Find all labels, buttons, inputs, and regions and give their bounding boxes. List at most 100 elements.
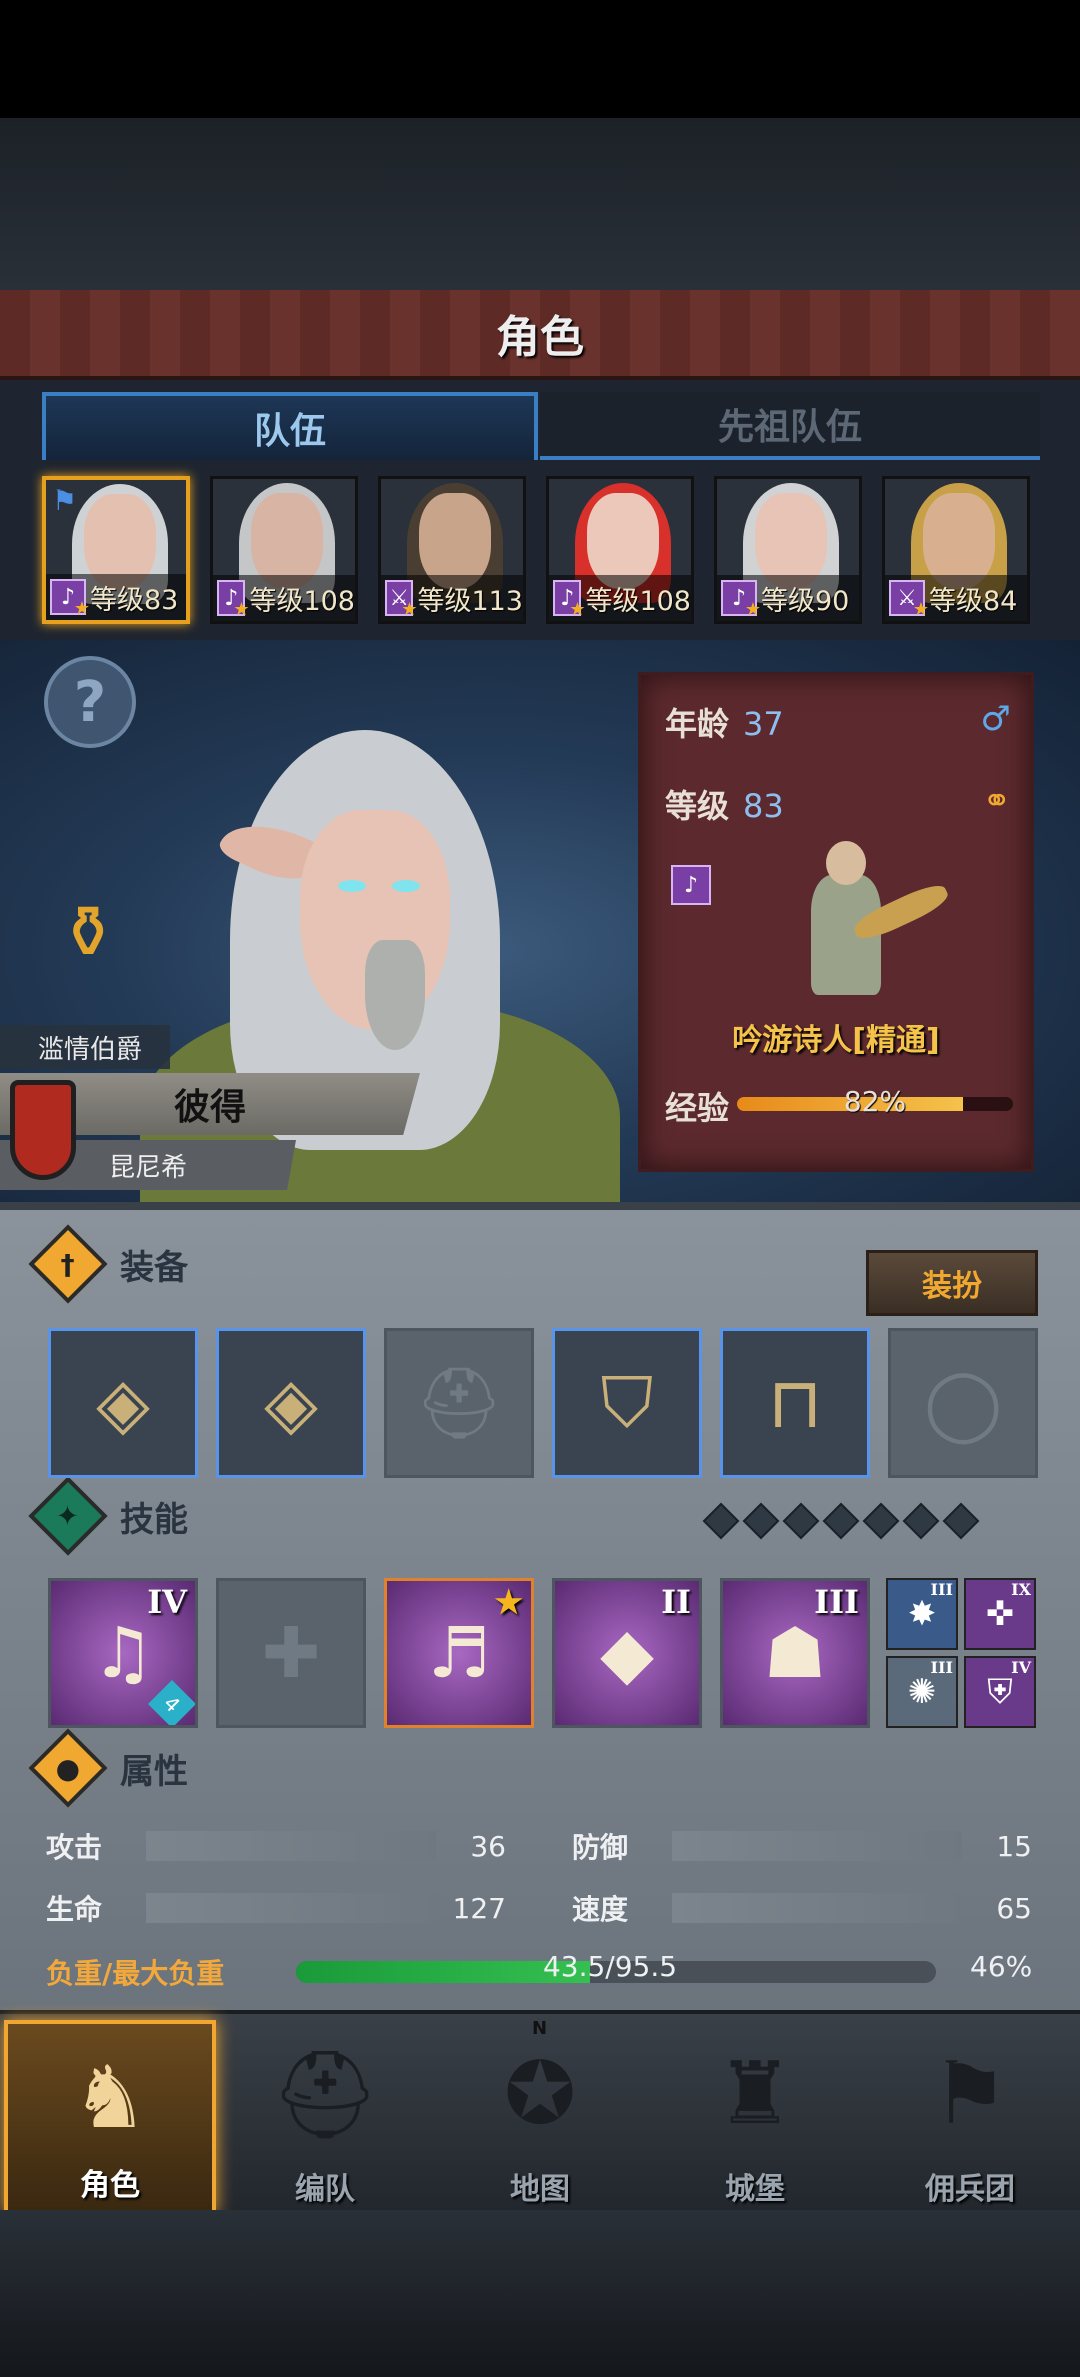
equipment-slot[interactable]: ⊓ — [720, 1328, 870, 1478]
portrait-level-text: 等级84 — [929, 585, 1018, 617]
party-member-portrait[interactable]: ⚔ ★ 等级84 — [882, 476, 1030, 624]
passive-skill-slot[interactable]: ✸ III — [886, 1578, 958, 1650]
skills-header: ✦ 技能 — [28, 1476, 188, 1556]
star-icon: ★ — [569, 599, 586, 620]
portrait-level-text: 等级83 — [90, 584, 179, 616]
skill-slot[interactable]: ♫ IV 4 — [48, 1578, 198, 1728]
load-percent: 46% — [970, 1950, 1033, 1983]
banner-icon: ⚑ — [931, 2044, 1009, 2144]
stat-label: 攻击 — [46, 1831, 103, 1864]
party-member-portrait[interactable]: ⚔ ★ 等级113 — [378, 476, 526, 624]
stat-bar — [672, 1893, 962, 1923]
nav-label: 佣兵团 — [925, 2172, 1015, 2207]
stat-bar — [146, 1831, 436, 1861]
dress-up-button[interactable]: 装扮 — [866, 1250, 1038, 1316]
dagger-icon: † — [28, 1224, 108, 1304]
equipment-slot[interactable]: ◈ — [48, 1328, 198, 1478]
tab-party[interactable]: 队伍 — [42, 392, 538, 460]
question-icon: ? — [73, 669, 107, 735]
stat-label: 速度 — [572, 1893, 629, 1926]
hero-name: 彼得 — [173, 1087, 246, 1128]
boots-icon: ⊓ — [767, 1362, 823, 1444]
portrait-level: ♪ ★ 等级108 — [549, 575, 691, 621]
passive-skill-slot[interactable]: ✜ IX — [964, 1578, 1036, 1650]
compass-icon: ✪ — [503, 2044, 577, 2144]
hero-info-panel: 年龄 37 ♂ 等级 83 ⚭ ♪ 吟游诗人[精通] 经验 82% — [638, 672, 1034, 1172]
skills-title: 技能 — [120, 1499, 188, 1540]
portrait-level: ♪ ★ 等级83 — [46, 574, 186, 620]
help-button[interactable]: ? — [44, 656, 136, 748]
skill-slot[interactable]: ◆ II — [552, 1578, 702, 1728]
portrait-level-text: 等级113 — [417, 585, 523, 617]
lute-icon[interactable]: ♪ — [671, 865, 711, 905]
exp-text: 82% — [843, 1085, 907, 1118]
ring-icon: ◯ — [923, 1362, 1003, 1444]
class-name: 吟游诗人[精通] — [732, 1023, 940, 1058]
star-icon: ✦ — [28, 1476, 108, 1556]
nav-helmet[interactable]: ⛑ 编队 — [219, 2020, 431, 2214]
sword-icon: ⚔ ★ — [889, 580, 929, 620]
family-shield-icon[interactable] — [10, 1080, 76, 1180]
skill-slot-indicator — [862, 1502, 900, 1540]
star-icon: ★ — [73, 598, 90, 619]
passive-skill-slot[interactable]: ⛨ IV — [964, 1656, 1036, 1728]
nav-castle[interactable]: ♜ 城堡 — [649, 2020, 861, 2214]
tab-ancestor-party[interactable]: 先祖队伍 — [540, 392, 1040, 460]
nav-banner[interactable]: ⚑ 佣兵团 — [864, 2020, 1076, 2214]
equipment-title: 装备 — [120, 1247, 188, 1288]
knight-icon: ♞ — [71, 2048, 149, 2148]
skill-slot[interactable]: ✚ — [216, 1578, 366, 1728]
skill-rank: III — [930, 1658, 953, 1677]
age-value: 37 — [743, 705, 784, 743]
castle-icon: ♜ — [716, 2044, 794, 2144]
star-icon: ★ — [744, 599, 761, 620]
flag-icon: ⚑ — [52, 484, 78, 517]
skill-rank: II — [661, 1583, 691, 1621]
nav-knight[interactable]: ♞ 角色 — [4, 2020, 216, 2214]
skill-slot-indicator — [742, 1502, 780, 1540]
passive-skill-slot[interactable]: ✺ III — [886, 1656, 958, 1728]
top-spacer — [0, 118, 1080, 290]
equipment-slot[interactable]: ◯ — [888, 1328, 1038, 1478]
party-strip: ⚑ ♪ ★ 等级83 ♪ ★ 等级108 ⚔ ★ 等级113 ♪ ★ 等级108 ♪ ★ 等级90 ⚔ ★ 等级84 — [0, 470, 1080, 640]
nav-label: 角色 — [80, 2168, 140, 2203]
equipment-slot[interactable]: ◈ — [216, 1328, 366, 1478]
portrait-level-text: 等级108 — [249, 585, 355, 617]
tab-bar: 队伍 先祖队伍 — [0, 380, 1080, 470]
hero-title: 滥情伯爵 — [0, 1025, 170, 1069]
nav-label: 编队 — [295, 2172, 355, 2207]
equipment-slot[interactable]: ⛉ — [552, 1328, 702, 1478]
stat-speed: 速度 65 — [572, 1888, 1032, 1928]
party-member-portrait[interactable]: ♪ ★ 等级108 — [546, 476, 694, 624]
attributes-title: 属性 — [120, 1751, 188, 1792]
skill-slot[interactable]: ♬ ★ — [384, 1578, 534, 1728]
hero-beard — [365, 940, 425, 1050]
party-member-portrait[interactable]: ⚑ ♪ ★ 等级83 — [42, 476, 190, 624]
skill-slot-indicator — [702, 1502, 740, 1540]
inventory-button[interactable]: ⚱ — [40, 884, 136, 980]
stat-defense: 防御 15 — [572, 1826, 1032, 1866]
skill-slot[interactable]: ☗ III — [720, 1578, 870, 1728]
age-label: 年龄 — [665, 705, 730, 743]
party-member-portrait[interactable]: ♪ ★ 等级108 — [210, 476, 358, 624]
load-label: 负重/最大负重 — [46, 1957, 225, 1990]
stat-health: 生命 127 — [46, 1888, 506, 1928]
ring-icon[interactable]: ⚭ — [983, 781, 1012, 821]
bracer-icon: ◈ — [264, 1362, 318, 1444]
lute-icon: ♪ ★ — [50, 579, 90, 619]
stat-bar — [672, 1831, 962, 1861]
bard-figure — [791, 835, 952, 995]
equipment-header: † 装备 — [28, 1224, 188, 1304]
bard-head — [826, 841, 866, 885]
lute-icon: ♪ ★ — [217, 580, 249, 620]
level-label: 等级 — [665, 787, 730, 825]
equipment-slot[interactable]: ⛑ — [384, 1328, 534, 1478]
nav-compass[interactable]: ✪ 地图 — [434, 2020, 646, 2214]
party-member-portrait[interactable]: ♪ ★ 等级90 — [714, 476, 862, 624]
skill-slot-indicator — [822, 1502, 860, 1540]
stat-label: 生命 — [46, 1893, 103, 1926]
star-icon: ★ — [401, 599, 418, 620]
stat-value: 65 — [996, 1891, 1032, 1925]
bracer-icon: ◈ — [96, 1362, 150, 1444]
status-bar-area — [0, 0, 1080, 118]
